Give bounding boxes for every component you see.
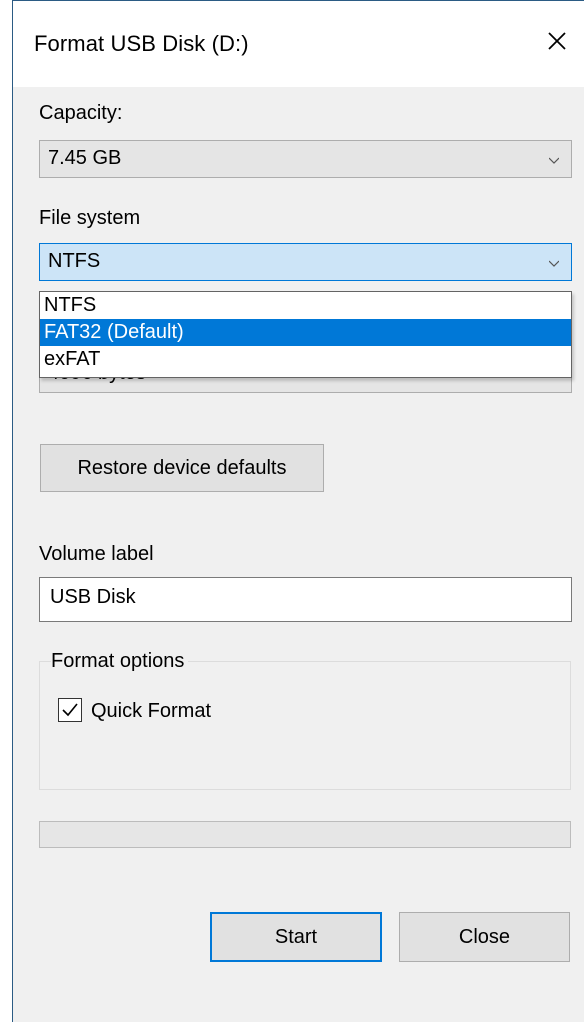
capacity-value: 7.45 GB: [48, 147, 122, 169]
file-system-label: File system: [39, 207, 141, 229]
restore-defaults-button[interactable]: Restore device defaults: [40, 444, 324, 492]
chevron-down-icon: [549, 260, 559, 267]
format-dialog: Format USB Disk (D:) Capacity: 7.45 GB F…: [12, 0, 584, 1022]
format-options-legend: Format options: [51, 650, 189, 673]
file-system-value: NTFS: [48, 250, 101, 272]
start-button[interactable]: Start: [210, 912, 382, 962]
chevron-down-icon: [549, 157, 559, 164]
file-system-dropdown: NTFS FAT32 (Default) exFAT: [39, 291, 572, 378]
file-system-option[interactable]: NTFS: [40, 292, 571, 319]
volume-label-input[interactable]: USB Disk: [39, 577, 572, 622]
format-options-group: [39, 661, 571, 790]
title-bar: Format USB Disk (D:): [13, 1, 584, 87]
window-title: Format USB Disk (D:): [34, 31, 249, 56]
format-progress-bar: [39, 821, 571, 848]
checkmark-icon: [62, 703, 78, 717]
close-button[interactable]: Close: [399, 912, 570, 962]
quick-format-checkbox[interactable]: [58, 698, 82, 722]
close-x-icon[interactable]: [543, 27, 571, 55]
volume-label-caption: Volume label: [39, 543, 154, 565]
volume-label-value: USB Disk: [50, 586, 136, 608]
capacity-select[interactable]: 7.45 GB: [39, 140, 572, 178]
file-system-option[interactable]: exFAT: [40, 346, 571, 373]
quick-format-label[interactable]: Quick Format: [91, 700, 211, 723]
capacity-label: Capacity:: [39, 102, 123, 124]
file-system-option-selected[interactable]: FAT32 (Default): [40, 319, 571, 346]
file-system-select[interactable]: NTFS: [39, 243, 572, 281]
